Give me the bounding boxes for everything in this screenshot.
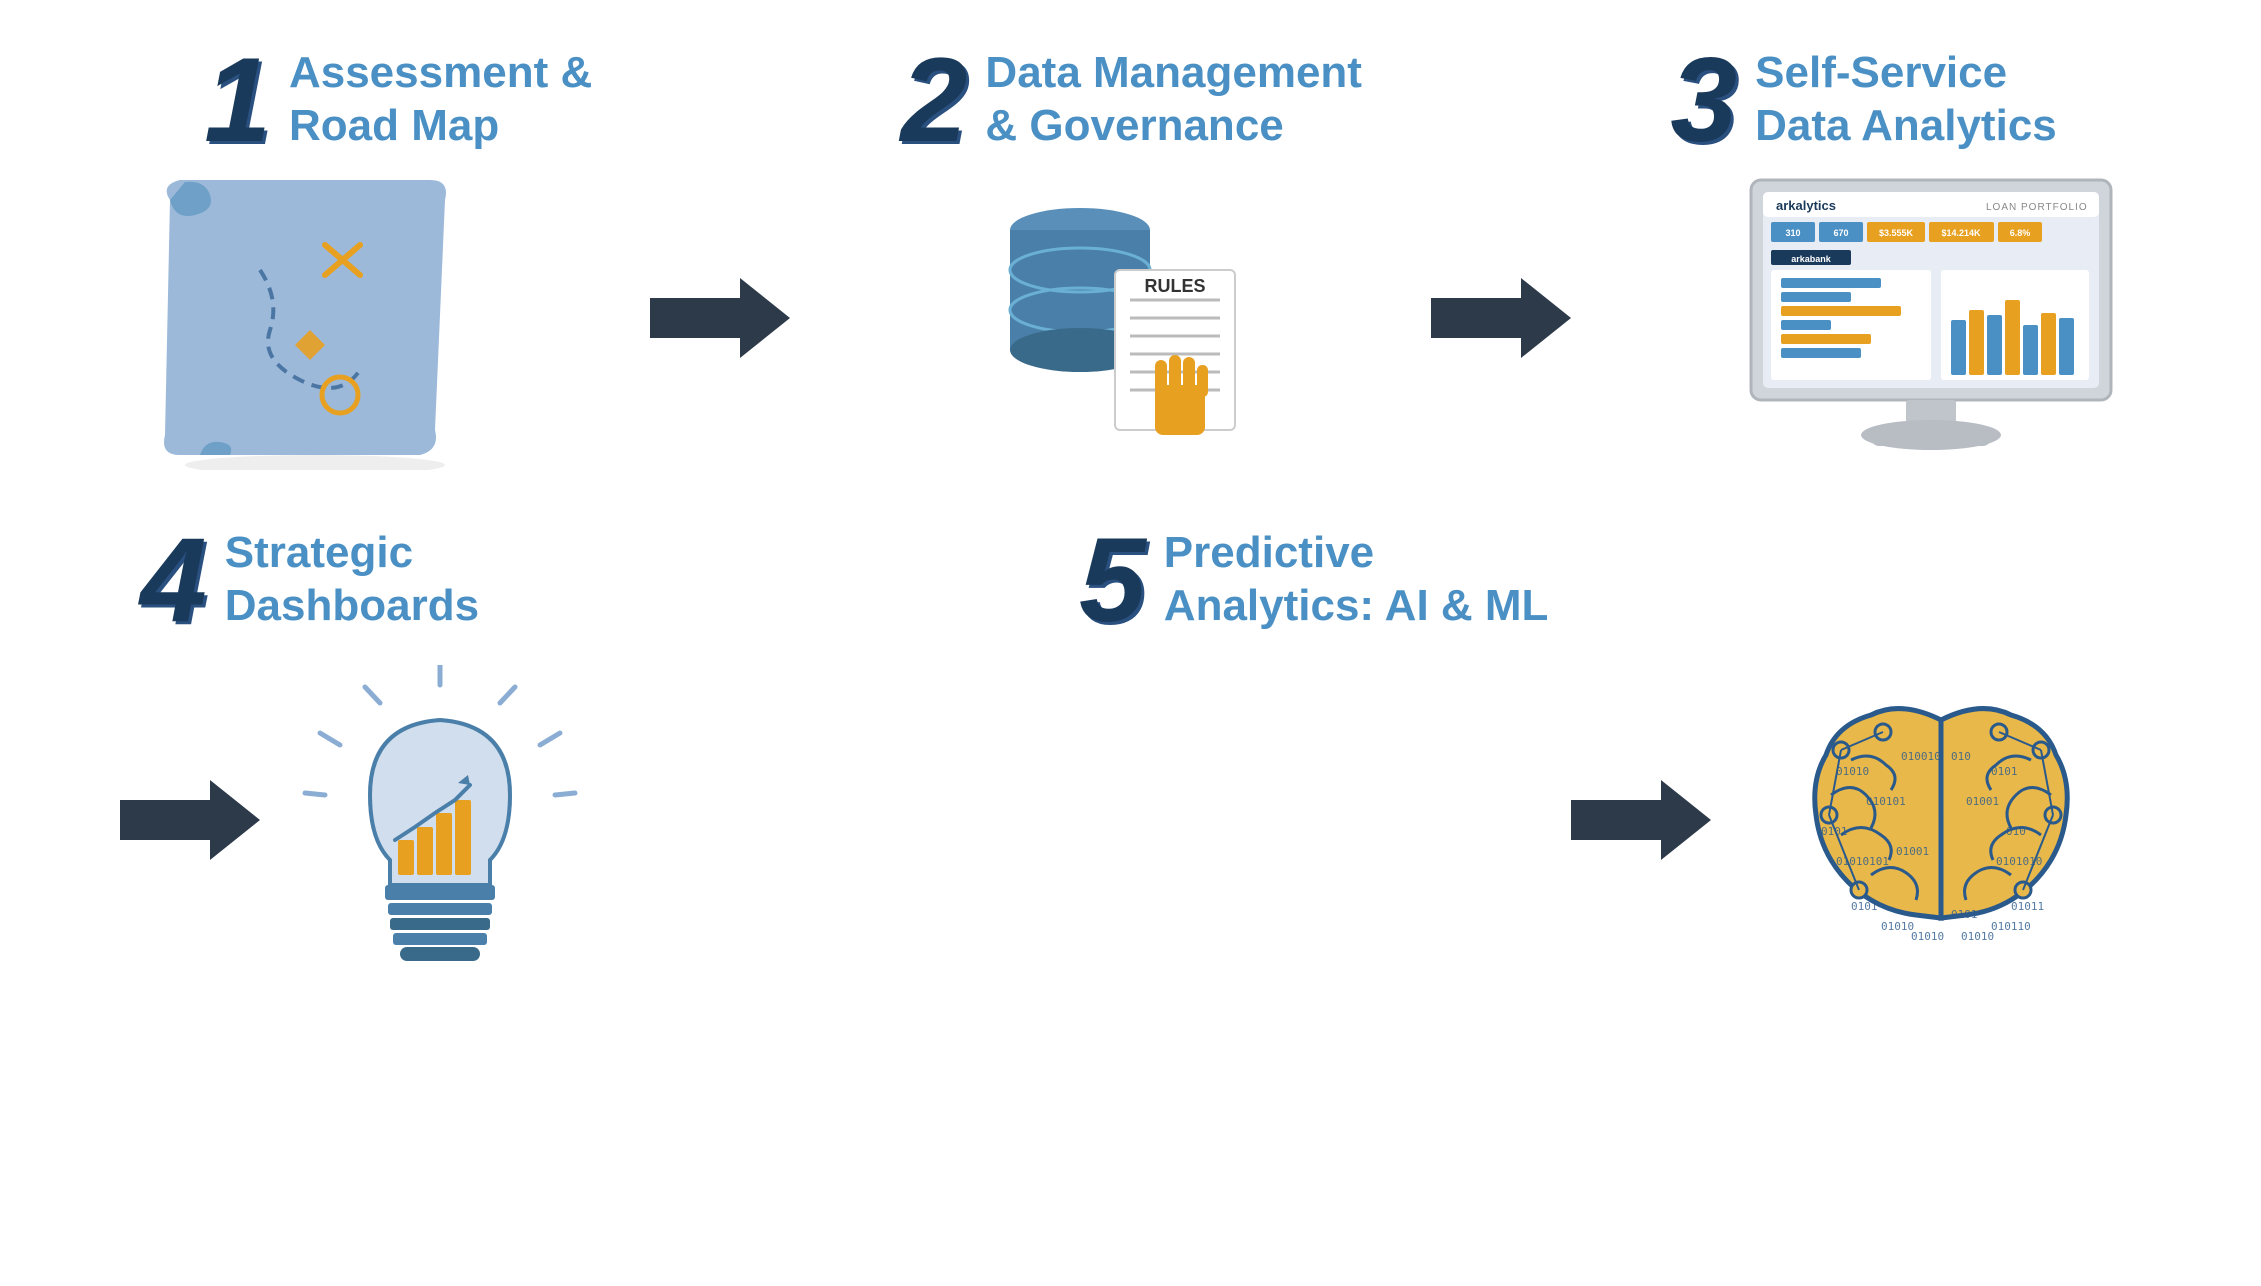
- data-rules-illustration: RULES: [960, 170, 1260, 470]
- step1-header: 1 Assessment & Road Map: [204, 40, 592, 160]
- arrow4: [1571, 775, 1711, 870]
- map-illustration: [140, 170, 480, 470]
- step4-number: 4: [140, 520, 207, 640]
- svg-text:01011: 01011: [2011, 900, 2044, 913]
- step2-number: 2: [901, 40, 968, 160]
- svg-text:310: 310: [1785, 228, 1800, 238]
- top-row: 1 Assessment & Road Map 2 Data Managemen…: [60, 40, 2201, 160]
- step3-header: 3 Self-Service Data Analytics: [1670, 40, 2056, 160]
- svg-text:01010: 01010: [1961, 930, 1994, 943]
- svg-text:010: 010: [1951, 750, 1971, 763]
- brain-illustration: 01010 0101 01010101 0101 01010 01010 010…: [1741, 660, 2141, 985]
- step4-label: Strategic Dashboards: [225, 527, 479, 633]
- step5-label: Predictive Analytics: AI & ML: [1164, 527, 1549, 633]
- svg-text:01010101: 01010101: [1836, 855, 1889, 868]
- middle-row: RULES: [60, 170, 2201, 470]
- step1-label: Assessment & Road Map: [289, 47, 592, 153]
- svg-text:$3.555K: $3.555K: [1879, 228, 1914, 238]
- arrow3: [120, 775, 260, 870]
- svg-text:010010: 010010: [1901, 750, 1941, 763]
- svg-text:010: 010: [2006, 825, 2026, 838]
- step1-number: 1: [204, 40, 271, 160]
- svg-text:010110: 010110: [1991, 920, 2031, 933]
- svg-text:0101: 0101: [1851, 900, 1878, 913]
- svg-text:670: 670: [1833, 228, 1848, 238]
- step3-label: Self-Service Data Analytics: [1755, 47, 2057, 153]
- svg-text:01010: 01010: [1881, 920, 1914, 933]
- lightbulb-illustration: [290, 665, 590, 980]
- step5-header: 5 Predictive Analytics: AI & ML: [1079, 520, 1548, 640]
- arrow2: [1431, 273, 1571, 368]
- main-container: 1 Assessment & Road Map 2 Data Managemen…: [0, 0, 2261, 1286]
- svg-text:0101: 0101: [1821, 825, 1848, 838]
- arrow1: [650, 273, 790, 368]
- svg-text:0101010: 0101010: [1996, 855, 2042, 868]
- step2-label: Data Management & Governance: [985, 47, 1362, 153]
- svg-text:01010: 01010: [1911, 930, 1944, 943]
- svg-text:01001: 01001: [1896, 845, 1929, 858]
- svg-text:01010: 01010: [1836, 765, 1869, 778]
- step4-header: 4 Strategic Dashboards: [140, 520, 479, 640]
- step2-header: 2 Data Management & Governance: [901, 40, 1362, 160]
- step3-number: 3: [1670, 40, 1737, 160]
- svg-text:arkalytics: arkalytics: [1776, 198, 1836, 213]
- svg-text:6.8%: 6.8%: [2010, 228, 2031, 238]
- svg-text:01001: 01001: [1966, 795, 1999, 808]
- svg-text:010101: 010101: [1866, 795, 1906, 808]
- svg-text:RULES: RULES: [1145, 276, 1206, 296]
- step5-number: 5: [1079, 520, 1146, 640]
- svg-text:$14.214K: $14.214K: [1941, 228, 1981, 238]
- monitor-illustration: arkalytics LOAN PORTFOLIO 310 670 $3.555…: [1741, 170, 2121, 470]
- svg-text:0101: 0101: [1991, 765, 2018, 778]
- svg-text:0101: 0101: [1951, 908, 1978, 921]
- svg-text:LOAN PORTFOLIO: LOAN PORTFOLIO: [1986, 202, 2088, 213]
- svg-text:arkabank: arkabank: [1791, 254, 1832, 264]
